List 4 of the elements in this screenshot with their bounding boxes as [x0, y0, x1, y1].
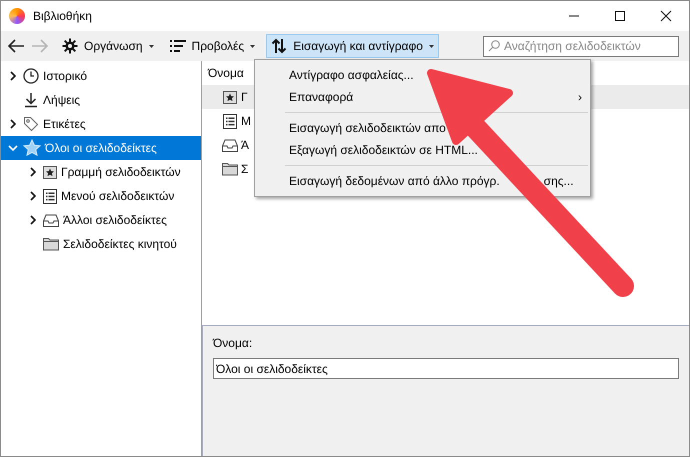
field-label: Όνομα: — [213, 335, 254, 352]
submenu-arrow-icon: › — [578, 88, 582, 106]
menu-item-text: σης... — [544, 173, 574, 190]
window-title: Βιβλιοθήκη — [33, 8, 92, 25]
